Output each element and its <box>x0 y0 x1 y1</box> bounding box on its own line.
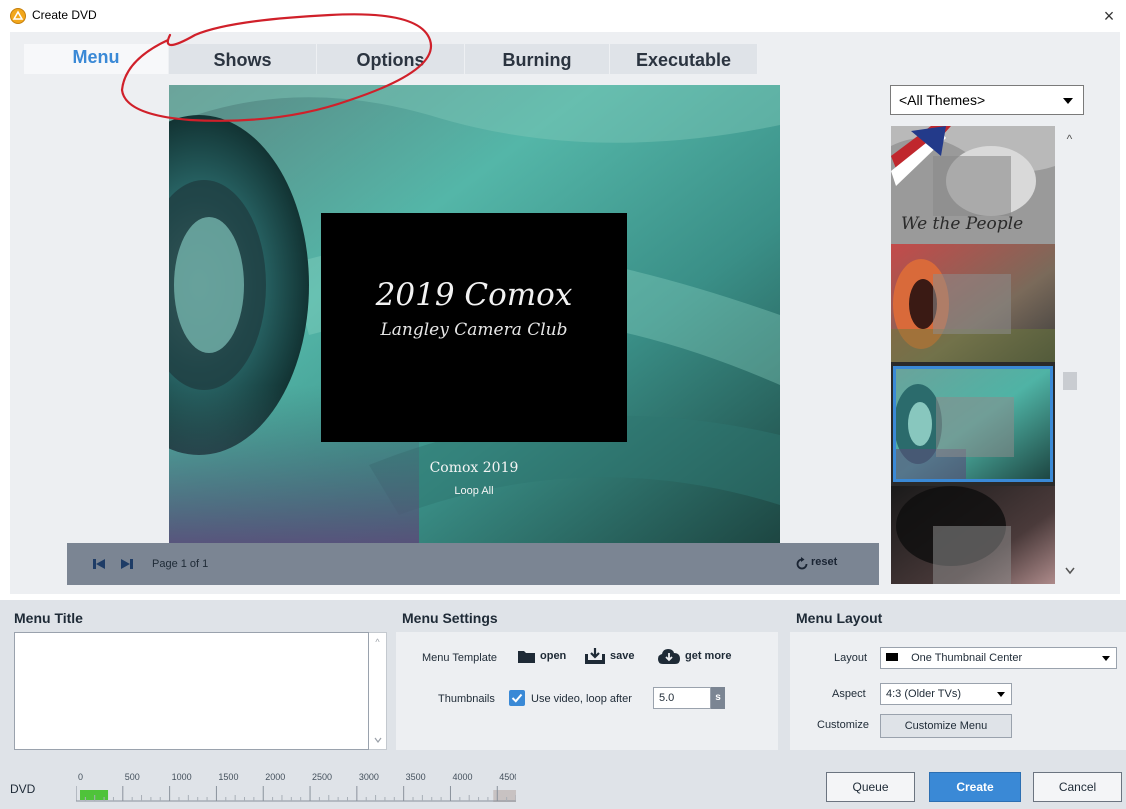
chevron-down-icon <box>1102 656 1110 661</box>
main-panel: Menu Shows Options Burning Executable 20… <box>10 32 1120 594</box>
close-window-button[interactable]: × <box>1096 4 1122 28</box>
reset-button[interactable]: reset <box>811 556 837 568</box>
thumbnails-label: Thumbnails <box>438 693 495 705</box>
theme-list[interactable]: We the People <box>891 126 1055 584</box>
capacity-tick-label: 1500 <box>218 772 238 782</box>
menu-subheadline: Langley Camera Club <box>380 320 568 340</box>
menu-layout-panel: Layout One Thumbnail Center Aspect 4:3 (… <box>790 632 1126 750</box>
layout-label: Layout <box>834 652 868 664</box>
layout-value: One Thumbnail Center <box>911 652 1023 664</box>
disc-type-label: DVD <box>10 782 36 796</box>
customize-label: Customize <box>817 719 869 731</box>
theme-item-red-lens[interactable] <box>891 244 1055 362</box>
menu-title-textarea[interactable] <box>14 632 369 750</box>
capacity-tick-label: 2000 <box>265 772 285 782</box>
queue-button[interactable]: Queue <box>826 772 915 802</box>
skip-back-icon[interactable] <box>92 557 106 574</box>
menu-title-scrollbar[interactable]: ^ <box>369 632 387 750</box>
use-video-label: Use video, loop after <box>531 693 632 705</box>
save-template-button[interactable]: save <box>585 648 634 664</box>
save-label: save <box>610 650 635 662</box>
theme-filter-value: <All Themes> <box>899 92 986 108</box>
get-more-label: get more <box>685 650 732 662</box>
open-template-button[interactable]: open <box>518 649 566 663</box>
tab-options[interactable]: Options <box>317 44 465 74</box>
customize-menu-button[interactable]: Customize Menu <box>880 714 1012 738</box>
tab-strip: Menu Shows Options Burning Executable <box>10 32 1120 74</box>
seconds-unit-badge: s <box>711 687 725 709</box>
tab-executable[interactable]: Executable <box>610 44 758 74</box>
window-title: Create DVD <box>32 8 97 22</box>
theme-filter-select[interactable]: <All Themes> <box>890 85 1084 115</box>
cancel-button[interactable]: Cancel <box>1033 772 1122 802</box>
reset-icon[interactable] <box>795 557 809 574</box>
status-bar: DVD 0 500 1000 1500 2000 2500 3000 3500 4000 4500… <box>0 758 1126 809</box>
tab-shows[interactable]: Shows <box>169 44 317 74</box>
thumbnail-placeholder <box>933 526 1011 584</box>
scroll-down-icon[interactable] <box>369 735 386 745</box>
cloud-download-icon <box>658 649 680 664</box>
aspect-label: Aspect <box>832 688 866 700</box>
thumbnail-placeholder <box>933 274 1011 334</box>
open-label: open <box>540 650 567 662</box>
theme-list-scrollbar[interactable]: ^ <box>1055 126 1084 584</box>
theme-item-flag[interactable]: We the People <box>891 126 1055 244</box>
menu-layout-heading: Menu Layout <box>796 610 883 626</box>
capacity-tick-label: 4000 <box>452 772 472 782</box>
capacity-tick-label: 500 <box>125 772 140 782</box>
thumbnail-placeholder <box>936 397 1014 457</box>
chevron-down-icon <box>997 692 1005 697</box>
capacity-tick-label: 0 <box>78 772 83 782</box>
show-title-link[interactable]: Comox 2019 <box>321 460 627 476</box>
skip-forward-icon[interactable] <box>120 557 134 574</box>
menu-headline: 2019 Comox <box>375 277 573 313</box>
loop-all-link[interactable]: Loop All <box>321 485 627 497</box>
aspect-value: 4:3 (Older TVs) <box>886 688 961 700</box>
tab-menu[interactable]: Menu <box>24 44 169 74</box>
scroll-down-icon[interactable] <box>1055 564 1084 578</box>
theme-item-teal-lens-selected[interactable] <box>893 366 1053 482</box>
menu-template-label: Menu Template <box>422 652 498 664</box>
create-button[interactable]: Create <box>929 772 1021 802</box>
menu-settings-heading: Menu Settings <box>402 610 498 626</box>
layout-preview-icon <box>886 653 898 661</box>
capacity-over-limit-zone <box>493 790 516 802</box>
get-more-templates-button[interactable]: get more <box>658 648 731 664</box>
capacity-tick-label: 4500 <box>499 772 516 782</box>
checkmark-icon <box>511 693 523 703</box>
chevron-down-icon <box>1063 98 1073 104</box>
scrollbar-thumb[interactable] <box>1063 372 1077 390</box>
title-bar: Create DVD × <box>0 0 1126 32</box>
scroll-up-icon[interactable]: ^ <box>1055 132 1084 146</box>
page-navigation-bar: Page 1 of 1 reset <box>67 543 879 585</box>
settings-area: Menu Title Menu Settings Menu Layout ^ M… <box>0 600 1126 758</box>
app-logo-icon <box>10 8 26 24</box>
layout-select[interactable]: One Thumbnail Center <box>880 647 1117 669</box>
use-video-checkbox[interactable] <box>509 690 525 706</box>
scroll-up-icon[interactable]: ^ <box>369 637 386 647</box>
menu-settings-panel: Menu Template open save get more Thumbna… <box>396 632 778 750</box>
capacity-tick-label: 3000 <box>359 772 379 782</box>
menu-title-heading: Menu Title <box>14 610 83 626</box>
aspect-select[interactable]: 4:3 (Older TVs) <box>880 683 1012 705</box>
tab-burning[interactable]: Burning <box>465 44 610 74</box>
capacity-meter: 0 500 1000 1500 2000 2500 3000 3500 4000 4500 <box>76 772 516 802</box>
theme-item-dark-lens[interactable] <box>891 486 1055 584</box>
capacity-tick-label: 2500 <box>312 772 332 782</box>
loop-seconds-input[interactable]: 5.0 <box>653 687 711 709</box>
thumbnail-caption: We the People <box>901 214 1024 234</box>
page-indicator: Page 1 of 1 <box>152 558 209 570</box>
folder-icon <box>518 651 535 663</box>
menu-preview[interactable]: 2019 Comox Langley Camera Club Comox 201… <box>169 85 780 543</box>
capacity-tick-label: 3500 <box>406 772 426 782</box>
capacity-tick-label: 1000 <box>172 772 192 782</box>
save-tray-icon <box>585 648 605 664</box>
